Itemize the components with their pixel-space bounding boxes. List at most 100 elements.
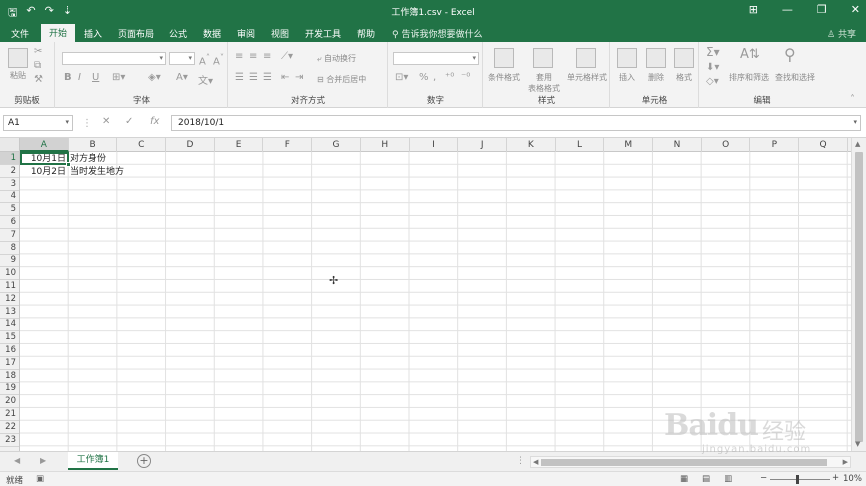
tell-me-box[interactable]: ⚲ 告诉我你想要做什么 [392,27,482,40]
scroll-up-icon[interactable]: ▲ [855,140,860,148]
cell-A2[interactable]: 10月2日 [20,166,68,178]
sort-filter-icon[interactable]: A⇅ [740,47,760,62]
cell-B1[interactable]: 对方身份 [70,153,220,165]
column-header[interactable]: B [69,138,118,152]
fill-icon[interactable]: ⬇▾ [706,62,719,73]
row-header[interactable]: 11 [0,280,19,293]
select-all-button[interactable] [0,138,20,152]
ribbon-display-icon[interactable]: ⊞ [749,3,758,16]
decrease-font-icon[interactable]: A˅ [213,52,224,67]
add-sheet-icon[interactable]: + [137,454,151,468]
format-cells-icon[interactable] [674,48,694,68]
font-name-combo[interactable]: ▾ [62,52,166,65]
horizontal-scroll-thumb[interactable] [541,459,827,466]
row-header[interactable]: 22 [0,421,19,434]
align-center-icon[interactable]: ☰ [249,72,258,83]
more-options-icon[interactable]: ⋮ [516,456,525,466]
align-bottom-icon[interactable]: ≡ [263,51,271,62]
increase-decimal-icon[interactable]: ⁺⁰ [445,72,454,83]
row-header[interactable]: 6 [0,216,19,229]
macro-record-icon[interactable]: ▣ [36,474,44,484]
row-header[interactable]: 19 [0,382,19,396]
delete-cells-icon[interactable] [646,48,666,68]
clear-icon[interactable]: ◇▾ [706,76,719,87]
font-color-icon[interactable]: A▾ [176,72,188,83]
row-header[interactable]: 20 [0,395,19,409]
tab-data[interactable]: 数据 [199,25,225,42]
next-sheet-icon[interactable]: ▶ [40,456,46,465]
align-right-icon[interactable]: ☰ [263,72,272,83]
cancel-icon[interactable]: ✕ [102,116,110,127]
column-header[interactable]: K [507,138,556,152]
row-header[interactable]: 2 [0,165,19,178]
increase-font-icon[interactable]: A˄ [199,52,210,67]
enter-icon[interactable]: ✓ [125,116,133,127]
fill-color-icon[interactable]: ◈▾ [148,72,161,83]
row-header[interactable]: 5 [0,203,19,217]
number-format-combo[interactable]: ▾ [393,52,479,65]
insert-cells-icon[interactable] [617,48,637,68]
row-header[interactable]: 12 [0,293,19,306]
column-header[interactable]: L [556,138,605,152]
row-header[interactable]: 23 [0,434,19,447]
wrap-text-button[interactable]: ⤶ 自动换行 [317,53,387,64]
column-header[interactable]: O [702,138,751,152]
row-header[interactable]: 18 [0,370,19,383]
column-header[interactable]: P [751,138,800,152]
column-header[interactable]: I [410,138,459,152]
autosum-icon[interactable]: Σ▾ [706,45,720,59]
zoom-level[interactable]: 10% [843,474,862,484]
tab-home[interactable]: 开始 [41,24,75,42]
orientation-icon[interactable]: ⟋▾ [281,51,293,62]
row-header[interactable]: 9 [0,254,19,268]
comma-button[interactable]: , [433,72,436,83]
italic-button[interactable]: I [78,72,81,83]
format-painter-icon[interactable]: ⚒ [34,74,43,85]
currency-icon[interactable]: ⊡▾ [395,72,408,83]
formula-input[interactable]: 2018/10/1 ▾ [171,115,861,131]
decrease-decimal-icon[interactable]: ⁻⁰ [461,72,470,83]
prev-sheet-icon[interactable]: ◀ [14,456,20,465]
fill-handle[interactable] [66,162,71,167]
scroll-left-icon[interactable]: ◀ [533,458,538,466]
column-header[interactable]: Q [799,138,848,152]
collapse-ribbon-icon[interactable]: ˄ [850,94,855,105]
cell-B2[interactable]: 当时发生地方 [70,166,220,178]
bold-button[interactable]: B [64,72,72,83]
row-header[interactable]: 8 [0,242,19,255]
name-box[interactable]: A1 ▾ [3,115,73,131]
row-header[interactable]: 10 [0,267,19,281]
column-header[interactable]: N [653,138,702,152]
row-header[interactable]: 16 [0,344,19,357]
paste-icon[interactable] [8,48,28,68]
copy-icon[interactable]: ⧉ [34,60,41,71]
share-button[interactable]: ♙ 共享 [827,27,856,40]
row-header[interactable]: 13 [0,306,19,319]
close-icon[interactable]: ✕ [851,3,860,16]
increase-indent-icon[interactable]: ⇥ [295,72,303,83]
align-top-icon[interactable]: ≡ [235,51,243,62]
scroll-down-icon[interactable]: ▼ [855,440,860,448]
column-header[interactable]: G [312,138,361,152]
row-header[interactable]: 1 [0,152,19,165]
minimize-icon[interactable]: — [782,3,793,16]
row-header[interactable]: 14 [0,318,19,332]
tab-developer[interactable]: 开发工具 [301,25,345,42]
row-header[interactable]: 7 [0,229,19,242]
conditional-format-icon[interactable] [494,48,514,68]
column-header[interactable]: E [215,138,264,152]
zoom-slider[interactable] [770,479,830,480]
page-break-view-icon[interactable]: ▥ [724,474,732,484]
phonetic-icon[interactable]: 文▾ [198,72,213,87]
column-header[interactable]: H [361,138,410,152]
percent-button[interactable]: % [419,72,429,83]
cell-styles-icon[interactable] [576,48,596,68]
zoom-out-icon[interactable]: − [760,473,767,483]
tab-file[interactable]: 文件 [6,25,34,42]
vertical-scroll-thumb[interactable] [855,152,863,442]
align-left-icon[interactable]: ☰ [235,72,244,83]
row-header[interactable]: 15 [0,331,19,345]
column-header[interactable]: A [20,138,69,152]
sheet-tab[interactable]: 工作簿1 [68,452,118,470]
row-header[interactable]: 21 [0,408,19,421]
